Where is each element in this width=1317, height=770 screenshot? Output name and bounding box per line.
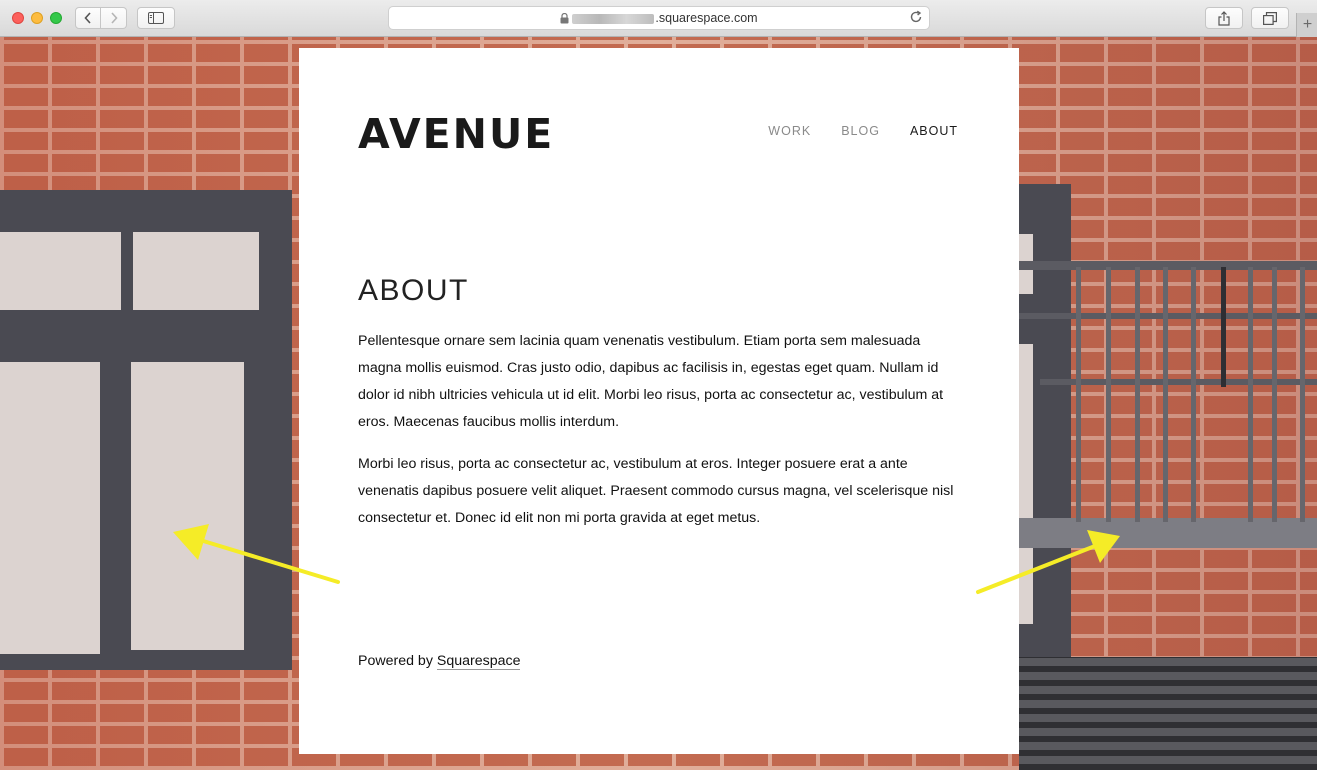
url-text: .squarespace.com — [655, 11, 758, 25]
nav-blog[interactable]: BLOG — [841, 124, 880, 138]
paragraph: Pellentesque ornare sem lacinia quam ven… — [358, 333, 944, 430]
show-tabs-button[interactable] — [1251, 7, 1289, 29]
nav-work[interactable]: WORK — [768, 124, 811, 138]
forward-button[interactable] — [101, 7, 127, 29]
reload-icon[interactable] — [909, 10, 923, 24]
nav-about[interactable]: ABOUT — [910, 124, 958, 138]
forward-icon — [110, 12, 118, 24]
new-tab-button[interactable]: + — [1296, 13, 1317, 37]
fire-escape-steps — [1019, 657, 1317, 770]
browser-toolbar: .squarespace.com + — [0, 0, 1317, 37]
site-logo[interactable]: AVENUE — [358, 110, 554, 158]
lock-icon — [560, 13, 569, 24]
sidebar-icon — [148, 12, 164, 24]
history-nav — [75, 7, 128, 29]
main-nav: WORK BLOG ABOUT — [768, 124, 958, 138]
content-card: AVENUE WORK BLOG ABOUT ABOUT Pellentesqu… — [299, 48, 1019, 754]
left-window — [0, 190, 292, 670]
tabs-icon — [1263, 11, 1277, 25]
page-body: Pellentesque ornare sem lacinia quam ven… — [358, 328, 958, 547]
paragraph: Morbi leo risus, porta ac consectetur ac… — [358, 456, 954, 526]
close-window-button[interactable] — [12, 12, 24, 24]
minimize-window-button[interactable] — [31, 12, 43, 24]
squarespace-link[interactable]: Squarespace — [436, 653, 521, 670]
back-icon — [84, 12, 91, 24]
address-bar[interactable]: .squarespace.com — [388, 6, 930, 30]
zoom-window-button[interactable] — [50, 12, 62, 24]
footer-text: Powered by — [358, 653, 437, 669]
share-button[interactable] — [1205, 7, 1243, 29]
share-icon — [1218, 10, 1230, 26]
plus-icon: + — [1302, 16, 1313, 33]
sidebar-toggle-button[interactable] — [137, 7, 175, 29]
site-footer: Powered by Squarespace — [358, 653, 521, 670]
page-title: ABOUT — [358, 274, 469, 307]
back-button[interactable] — [75, 7, 101, 29]
right-window — [1019, 184, 1071, 664]
railing-base — [1019, 518, 1317, 548]
redacted-domain — [572, 13, 655, 24]
